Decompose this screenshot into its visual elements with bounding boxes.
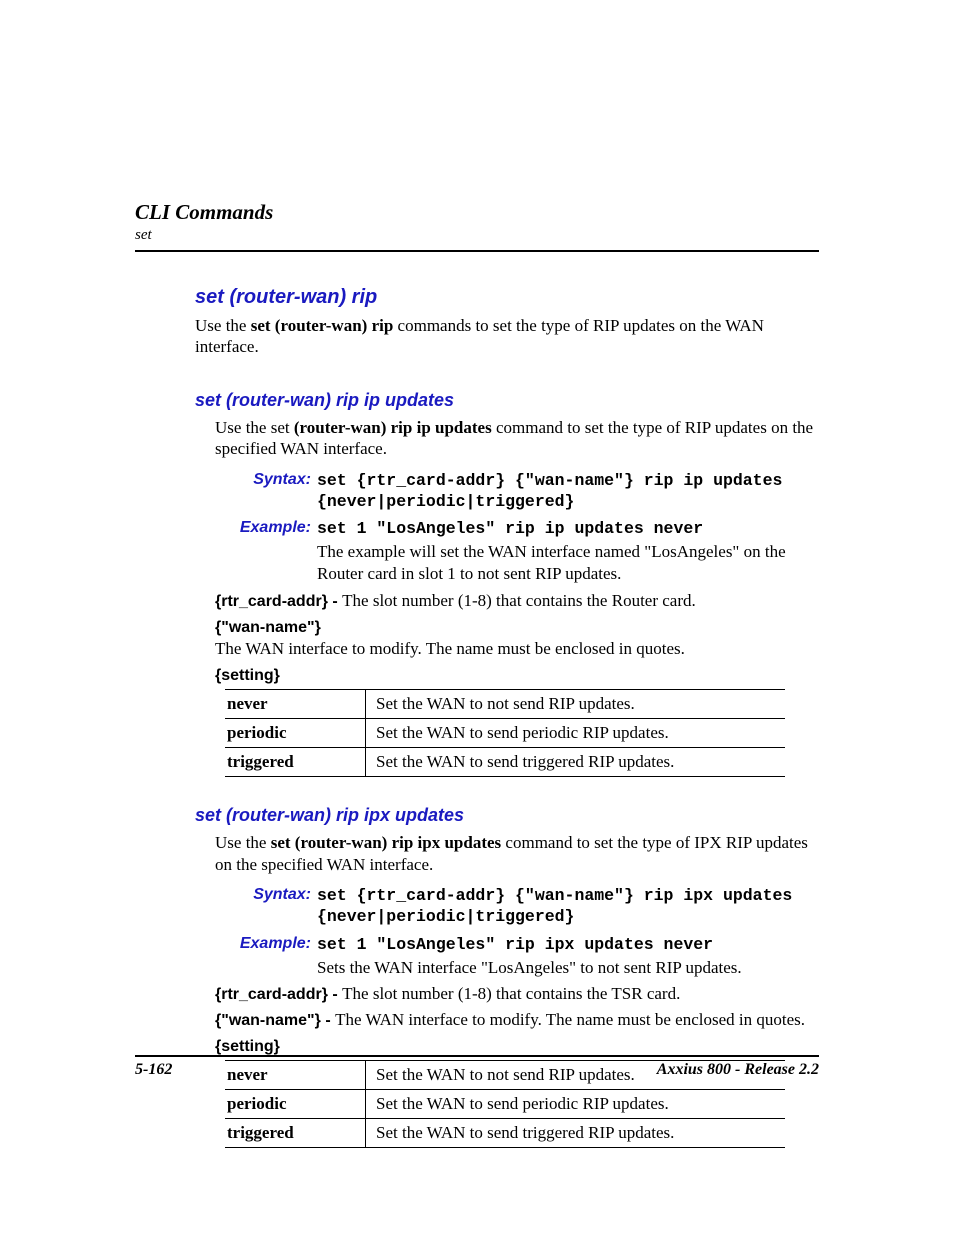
table-row: triggered Set the WAN to send triggered … <box>225 1119 785 1148</box>
param-wan-name-key: {"wan-name"} <box>215 619 819 637</box>
example-code: set 1 "LosAngeles" rip ipx updates never <box>317 934 819 955</box>
text-bold: set (router-wan) rip <box>251 316 394 335</box>
table-row: periodic Set the WAN to send periodic RI… <box>225 718 785 747</box>
example-row: Example: set 1 "LosAngeles" rip ipx upda… <box>215 934 819 979</box>
text: Use the <box>195 316 251 335</box>
syntax-row: Syntax: set {rtr_card-addr} {"wan-name"}… <box>215 470 819 512</box>
section-intro-ipx: Use the set (router-wan) rip ipx updates… <box>215 832 819 876</box>
text-bold: (router-wan) rip ip updates <box>294 418 492 437</box>
example-label: Example: <box>215 518 317 537</box>
chapter-sub: set <box>135 227 819 244</box>
param-wan-name-desc: The WAN interface to modify. The name mu… <box>215 639 819 659</box>
content: set (router-wan) rip Use the set (router… <box>195 286 819 1148</box>
example-body: set 1 "LosAngeles" rip ipx updates never… <box>317 934 819 979</box>
param-setting-key: {setting} <box>215 667 819 685</box>
param-key: {"wan-name"} - <box>215 1012 335 1029</box>
example-code: set 1 "LosAngeles" rip ip updates never <box>317 518 819 539</box>
example-row: Example: set 1 "LosAngeles" rip ip updat… <box>215 518 819 585</box>
example-label: Example: <box>215 934 317 953</box>
page-number: 5-162 <box>135 1061 172 1079</box>
section-title-main: set (router-wan) rip <box>195 286 819 309</box>
table-row: periodic Set the WAN to send periodic RI… <box>225 1090 785 1119</box>
text: Use the <box>215 833 271 852</box>
table-row: triggered Set the WAN to send triggered … <box>225 747 785 776</box>
header-rule <box>135 250 819 252</box>
setting-key: triggered <box>225 747 366 776</box>
setting-desc: Set the WAN to not send RIP updates. <box>366 689 786 718</box>
param-setting-key: {setting} <box>215 1038 819 1056</box>
footer-row: 5-162 Axxius 800 - Release 2.2 <box>135 1061 819 1079</box>
table-row: never Set the WAN to not send RIP update… <box>225 689 785 718</box>
param-rtr-card-addr: {rtr_card-addr} - The slot number (1-8) … <box>215 984 819 1004</box>
page-header: CLI Commands set <box>135 200 819 244</box>
param-rtr-card-addr: {rtr_card-addr} - The slot number (1-8) … <box>215 591 819 611</box>
setting-key: periodic <box>225 718 366 747</box>
setting-desc: Set the WAN to send periodic RIP updates… <box>366 1090 786 1119</box>
syntax-row: Syntax: set {rtr_card-addr} {"wan-name"}… <box>215 885 819 927</box>
text-bold: set (router-wan) rip ipx updates <box>271 833 501 852</box>
param-wan-name: {"wan-name"} - The WAN interface to modi… <box>215 1010 819 1030</box>
param-desc: The slot number (1-8) that contains the … <box>342 591 696 610</box>
setting-key: periodic <box>225 1090 366 1119</box>
param-desc: The slot number (1-8) that contains the … <box>342 984 680 1003</box>
param-key: {rtr_card-addr} - <box>215 593 342 610</box>
syntax-label: Syntax: <box>215 470 317 489</box>
section-title-ip: set (router-wan) rip ip updates <box>195 390 819 411</box>
example-body: set 1 "LosAngeles" rip ip updates never … <box>317 518 819 585</box>
section-body-ip: Use the set (router-wan) rip ip updates … <box>215 417 819 777</box>
syntax-label: Syntax: <box>215 885 317 904</box>
setting-desc: Set the WAN to send triggered RIP update… <box>366 747 786 776</box>
setting-key: never <box>225 689 366 718</box>
text: Use the set <box>215 418 294 437</box>
syntax-code: set {rtr_card-addr} {"wan-name"} rip ipx… <box>317 885 819 927</box>
section-title-ipx: set (router-wan) rip ipx updates <box>195 805 819 826</box>
section-body-ipx: Use the set (router-wan) rip ipx updates… <box>215 832 819 1149</box>
footer-rule <box>135 1055 819 1057</box>
page-footer: 5-162 Axxius 800 - Release 2.2 <box>135 1055 819 1079</box>
example-note: Sets the WAN interface "LosAngeles" to n… <box>317 957 819 979</box>
setting-desc: Set the WAN to send periodic RIP updates… <box>366 718 786 747</box>
settings-table-ip: never Set the WAN to not send RIP update… <box>225 689 785 777</box>
product-release: Axxius 800 - Release 2.2 <box>657 1061 819 1079</box>
setting-desc: Set the WAN to send triggered RIP update… <box>366 1119 786 1148</box>
page: CLI Commands set set (router-wan) rip Us… <box>0 0 954 1235</box>
chapter-title: CLI Commands <box>135 200 819 225</box>
section-intro-ip: Use the set (router-wan) rip ip updates … <box>215 417 819 461</box>
section-intro-main: Use the set (router-wan) rip commands to… <box>195 315 819 358</box>
example-note: The example will set the WAN interface n… <box>317 541 819 585</box>
param-desc: The WAN interface to modify. The name mu… <box>335 1010 805 1029</box>
param-key: {rtr_card-addr} - <box>215 986 342 1003</box>
setting-key: triggered <box>225 1119 366 1148</box>
syntax-code: set {rtr_card-addr} {"wan-name"} rip ip … <box>317 470 819 512</box>
